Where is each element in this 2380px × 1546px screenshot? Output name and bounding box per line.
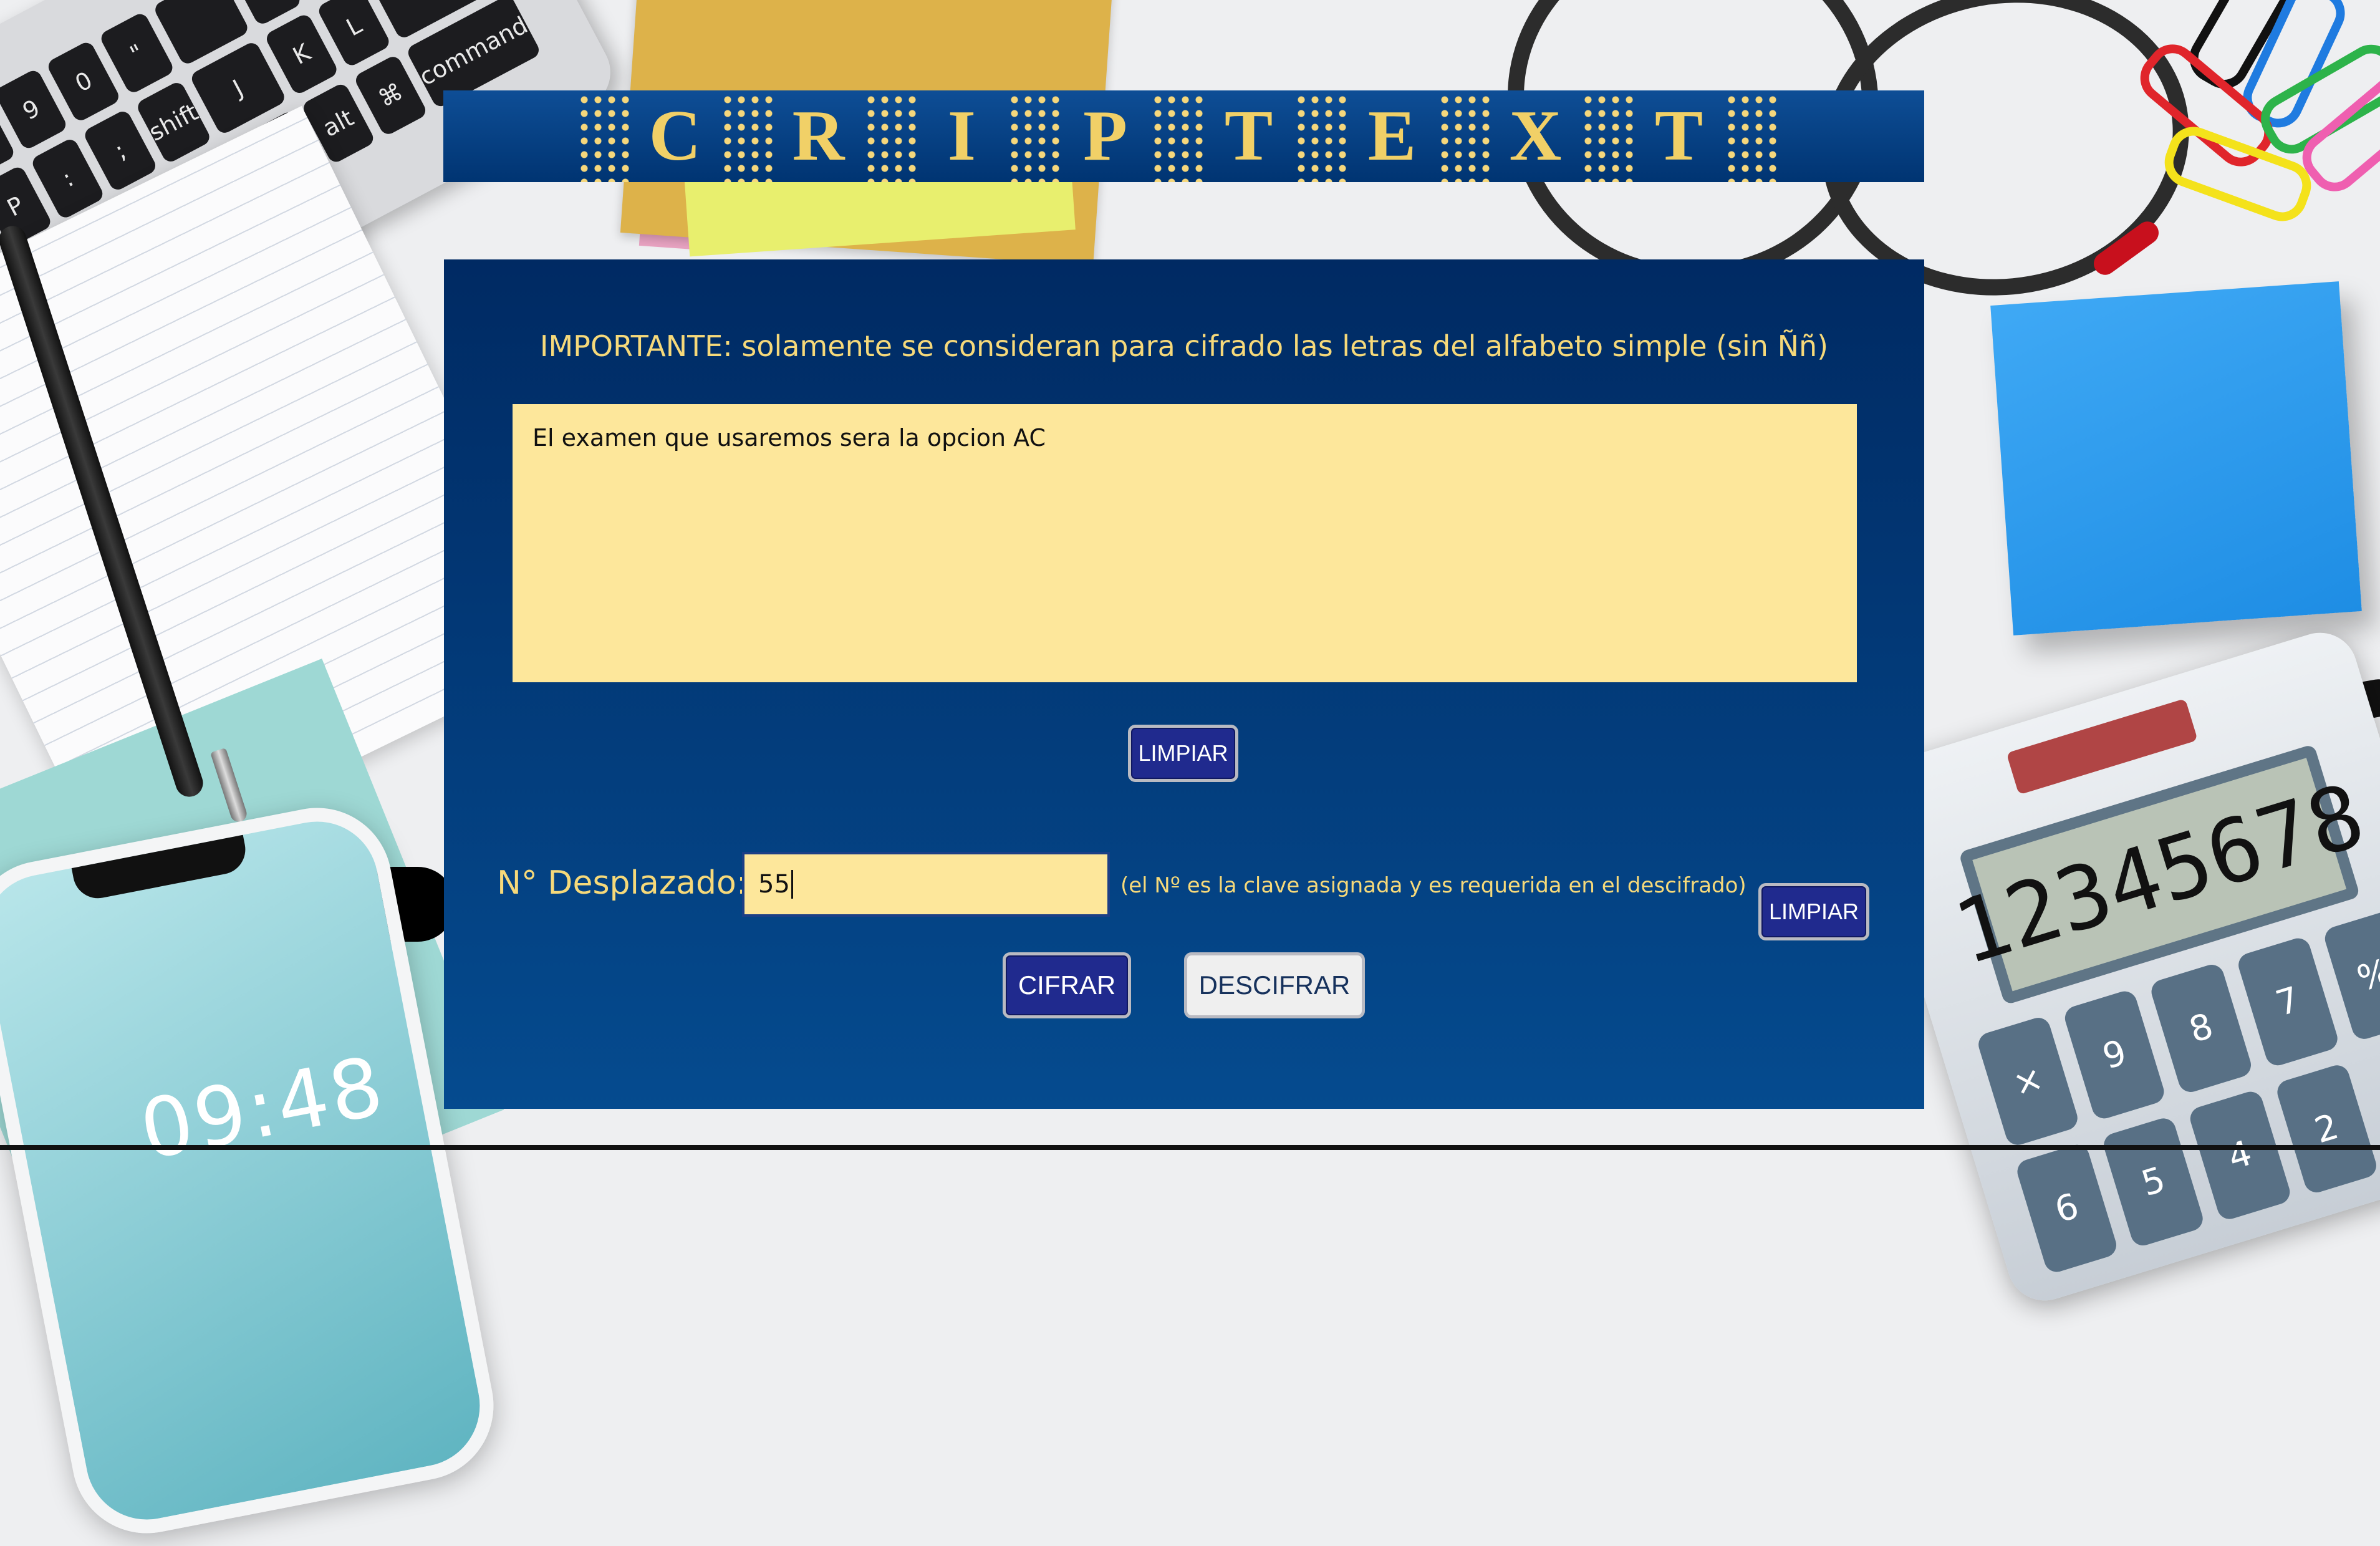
calculator-key: 8	[2148, 962, 2254, 1095]
shift-hint: (el Nº es la clave asignada y es requeri…	[1120, 873, 1746, 898]
decrypt-button[interactable]: DESCIFRAR	[1184, 952, 1365, 1018]
blue-sticky-note-image	[1990, 281, 2362, 635]
calculator-key: 5	[2101, 1115, 2207, 1249]
dot-pattern-block	[575, 90, 632, 182]
dot-pattern-block	[1435, 90, 1492, 182]
calculator-key: 2	[2274, 1062, 2379, 1196]
cipher-panel: IMPORTANTE: solamente se consideran para…	[444, 259, 1924, 1109]
title-letter: T	[1654, 96, 1703, 176]
shift-row: N° Desplazado: 55 (el Nº es la clave asi…	[444, 852, 1924, 920]
dot-pattern-block	[862, 90, 918, 182]
bottom-border	[0, 1145, 2380, 1150]
calculator-key: 6	[2014, 1141, 2120, 1275]
clear-shift-button[interactable]: LIMPIAR	[1758, 883, 1869, 940]
dot-pattern-block	[1722, 90, 1779, 182]
title-letter: P	[1083, 96, 1127, 176]
title-letter: R	[792, 96, 845, 176]
important-notice: IMPORTANTE: solamente se consideran para…	[539, 329, 1829, 363]
dot-pattern-block	[1149, 90, 1205, 182]
clear-message-button[interactable]: LIMPIAR	[1128, 725, 1238, 782]
encrypt-button[interactable]: CIFRAR	[1003, 952, 1131, 1018]
shift-value: 55	[758, 870, 790, 899]
dot-pattern-block	[718, 90, 775, 182]
title-letter: I	[947, 96, 976, 176]
title-letter: X	[1509, 96, 1562, 176]
calculator-image: 12345678 × 9 8 7% 6 5 4 2	[1856, 623, 2380, 1310]
calculator-key: 9	[2062, 988, 2167, 1122]
dot-pattern-block	[1005, 90, 1062, 182]
dot-pattern-block	[1292, 90, 1349, 182]
calculator-key: 4	[2187, 1088, 2293, 1222]
text-caret	[791, 870, 793, 899]
calculator-key: 7	[2235, 935, 2341, 1069]
phone-clock: 09:48	[132, 1038, 393, 1179]
title-letter: C	[648, 96, 701, 176]
title-letter: E	[1367, 96, 1417, 176]
dot-pattern-block	[1579, 90, 1636, 182]
calculator-solar-panel	[2006, 698, 2198, 795]
message-textarea[interactable]: El examen que usaremos sera la opcion AC	[513, 404, 1857, 682]
shift-label: N° Desplazado:	[497, 864, 748, 902]
shift-input[interactable]: 55	[742, 852, 1110, 917]
title-letters: CRIPTEXT	[575, 90, 1793, 182]
calculator-key: ×	[1975, 1015, 2081, 1148]
title-banner: CRIPTEXT	[443, 90, 1924, 182]
title-letter: T	[1224, 96, 1273, 176]
